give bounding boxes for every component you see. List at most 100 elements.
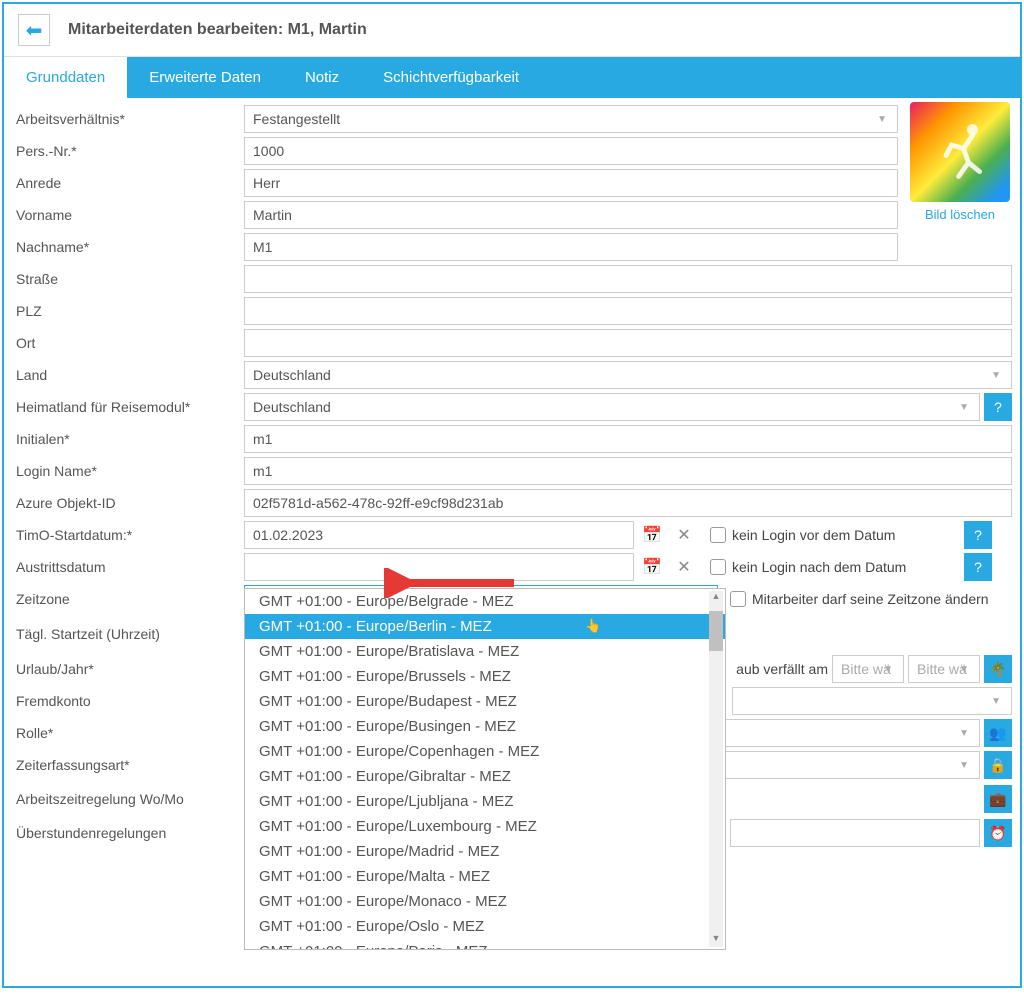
scroll-up-icon: ▲ <box>709 591 723 605</box>
ueberstunden-action-button[interactable]: ⏰ <box>984 819 1012 847</box>
input-startdatum[interactable] <box>244 521 634 549</box>
label-azure: Azure Objekt-ID <box>12 495 244 511</box>
input-azure[interactable] <box>244 489 1012 517</box>
briefcase-icon: 💼 <box>989 791 1006 808</box>
select-arbeitsverhaeltnis[interactable]: Festangestellt <box>244 105 898 133</box>
dropdown-item[interactable]: GMT +01:00 - Europe/Busingen - MEZ <box>245 714 725 739</box>
tab-notiz[interactable]: Notiz <box>283 57 361 98</box>
input-plz[interactable] <box>244 297 1012 325</box>
select-urlaub-verfaellt-1[interactable]: Bitte wä <box>832 655 904 683</box>
select-heimatland[interactable]: Deutschland <box>244 393 980 421</box>
input-austritt[interactable] <box>244 553 634 581</box>
input-ort[interactable] <box>244 329 1012 357</box>
calendar-icon: 📅 <box>642 557 662 577</box>
select-rolle[interactable] <box>700 719 980 747</box>
photo-panel: Bild löschen <box>910 102 1010 222</box>
input-persnr[interactable] <box>244 137 898 165</box>
zeiterfassung-action-button[interactable]: 🔒 <box>984 751 1012 779</box>
help-kein-login-nach[interactable]: ? <box>964 553 992 581</box>
dropdown-item[interactable]: GMT +01:00 - Europe/Brussels - MEZ <box>245 664 725 689</box>
label-austritt: Austrittsdatum <box>12 559 244 575</box>
tabs: Grunddaten Erweiterte Daten Notiz Schich… <box>4 57 1020 98</box>
tab-erweiterte-daten[interactable]: Erweiterte Daten <box>127 57 283 98</box>
dropdown-item[interactable]: GMT +01:00 - Europe/Malta - MEZ <box>245 864 725 889</box>
dropdown-item[interactable]: GMT +01:00 - Europe/Budapest - MEZ <box>245 689 725 714</box>
cursor-icon: 👆 <box>585 618 601 634</box>
form-content: Bild löschen Arbeitsverhältnis* Festange… <box>4 98 1020 986</box>
checkbox-zeitzone-erlauben[interactable] <box>730 591 746 607</box>
back-button[interactable]: ⬅ <box>18 14 50 46</box>
label-vorname: Vorname <box>12 207 244 223</box>
label-zeiterfassung: Zeiterfassungsart* <box>12 757 244 773</box>
label-arbeitszeit: Arbeitszeitregelung Wo/Mo <box>12 791 244 807</box>
label-ort: Ort <box>12 335 244 351</box>
tab-grunddaten[interactable]: Grunddaten <box>4 57 127 98</box>
input-initialen[interactable] <box>244 425 1012 453</box>
delete-photo-link[interactable]: Bild löschen <box>925 207 995 222</box>
dropdown-item[interactable]: GMT +01:00 - Europe/Luxembourg - MEZ <box>245 814 725 839</box>
employee-photo[interactable] <box>910 102 1010 202</box>
clear-startdatum-button[interactable]: ✕ <box>670 521 698 549</box>
label-rolle: Rolle* <box>12 725 244 741</box>
scroll-down-icon: ▼ <box>709 933 723 947</box>
close-icon: ✕ <box>677 525 690 545</box>
calendar-startdatum-button[interactable]: 📅 <box>638 521 666 549</box>
arrow-left-icon: ⬅ <box>26 18 43 43</box>
dropdown-scrollbar[interactable]: ▲ ▼ <box>709 591 723 947</box>
tab-schichtverfuegbarkeit[interactable]: Schichtverfügbarkeit <box>361 57 541 98</box>
label-ueberstunden: Überstundenregelungen <box>12 825 244 841</box>
urlaub-action-button[interactable]: 🌴 <box>984 655 1012 683</box>
label-persnr: Pers.-Nr.* <box>12 143 244 159</box>
rolle-action-button[interactable]: 👥 <box>984 719 1012 747</box>
titlebar: ⬅ Mitarbeiterdaten bearbeiten: M1, Marti… <box>4 4 1020 57</box>
dropdown-item[interactable]: GMT +01:00 - Europe/Monaco - MEZ <box>245 889 725 914</box>
question-icon: ? <box>974 559 982 575</box>
label-zeitzone: Zeitzone <box>12 591 244 607</box>
help-kein-login-vor[interactable]: ? <box>964 521 992 549</box>
checkbox-kein-login-nach[interactable] <box>710 559 726 575</box>
label-nachname: Nachname* <box>12 239 244 255</box>
dropdown-item[interactable]: GMT +01:00 - Europe/Oslo - MEZ <box>245 914 725 939</box>
input-strasse[interactable] <box>244 265 1012 293</box>
checkbox-kein-login-vor[interactable] <box>710 527 726 543</box>
help-heimatland-button[interactable]: ? <box>984 393 1012 421</box>
lock-icon: 🔒 <box>989 757 1006 774</box>
dropdown-item[interactable]: GMT +01:00 - Europe/Paris - MEZ <box>245 939 725 949</box>
select-urlaub-verfaellt-2[interactable]: Bitte wä <box>908 655 980 683</box>
question-icon: ? <box>974 527 982 543</box>
dropdown-item[interactable]: GMT +01:00 - Europe/Ljubljana - MEZ <box>245 789 725 814</box>
window: ⬅ Mitarbeiterdaten bearbeiten: M1, Marti… <box>2 2 1022 988</box>
label-kein-login-vor: kein Login vor dem Datum <box>732 527 895 543</box>
label-kein-login-nach: kein Login nach dem Datum <box>732 559 906 575</box>
dropdown-item[interactable]: GMT +01:00 - Europe/Gibraltar - MEZ <box>245 764 725 789</box>
calendar-icon: 📅 <box>642 525 662 545</box>
clear-austritt-button[interactable]: ✕ <box>670 553 698 581</box>
input-login[interactable] <box>244 457 1012 485</box>
dropdown-item[interactable]: GMT +01:00 - Europe/Copenhagen - MEZ <box>245 739 725 764</box>
dropdown-item[interactable]: GMT +01:00 - Europe/Bratislava - MEZ <box>245 639 725 664</box>
clock-icon: ⏰ <box>989 825 1006 842</box>
input-nachname[interactable] <box>244 233 898 261</box>
select-fremdkonto[interactable] <box>732 687 1012 715</box>
label-anrede: Anrede <box>12 175 244 191</box>
dropdown-item[interactable]: GMT +01:00 - Europe/Belgrade - MEZ <box>245 589 725 614</box>
select-zeiterfassung[interactable] <box>700 751 980 779</box>
zeitzone-dropdown: GMT +01:00 - Europe/Belgrade - MEZGMT +0… <box>244 588 726 950</box>
select-land[interactable]: Deutschland <box>244 361 1012 389</box>
arbeitszeit-action-button[interactable]: 💼 <box>984 785 1012 813</box>
user-icon: 👥 <box>989 725 1006 742</box>
question-icon: ? <box>994 399 1002 415</box>
input-anrede[interactable] <box>244 169 898 197</box>
dropdown-item[interactable]: GMT +01:00 - Europe/Madrid - MEZ <box>245 839 725 864</box>
calendar-austritt-button[interactable]: 📅 <box>638 553 666 581</box>
input-vorname[interactable] <box>244 201 898 229</box>
label-plz: PLZ <box>12 303 244 319</box>
dropdown-item[interactable]: GMT +01:00 - Europe/Berlin - MEZ👆 <box>245 614 725 639</box>
scroll-thumb[interactable] <box>709 611 723 651</box>
label-strasse: Straße <box>12 271 244 287</box>
label-urlaub: Urlaub/Jahr* <box>12 661 244 677</box>
label-land: Land <box>12 367 244 383</box>
input-ueberstunden[interactable] <box>730 819 980 847</box>
label-initialen: Initialen* <box>12 431 244 447</box>
close-icon: ✕ <box>677 557 690 577</box>
